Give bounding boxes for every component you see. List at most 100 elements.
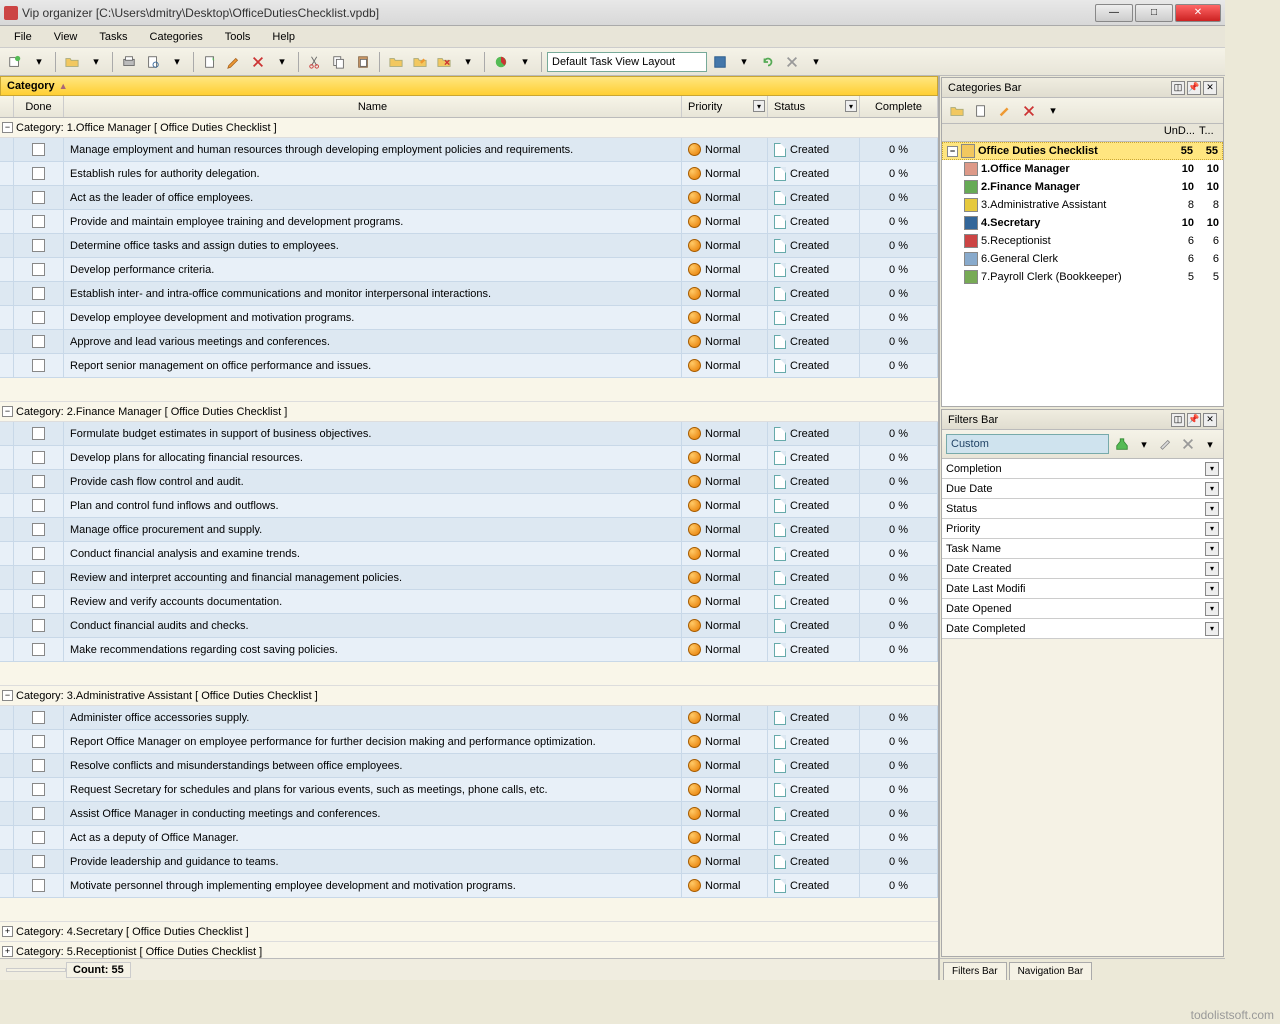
col-done[interactable]: Done (14, 96, 64, 117)
group-by-header[interactable]: Category▲ (0, 76, 938, 96)
done-checkbox[interactable] (32, 735, 45, 748)
dropdown-icon[interactable]: ▾ (1205, 482, 1219, 496)
category-row[interactable]: −Category: 2.Finance Manager [ Office Du… (0, 402, 938, 422)
collapse-icon[interactable]: − (947, 146, 958, 157)
task-row[interactable]: Formulate budget estimates in support of… (0, 422, 938, 446)
done-checkbox[interactable] (32, 595, 45, 608)
menu-file[interactable]: File (4, 29, 42, 45)
filter-apply-button[interactable] (1111, 433, 1133, 455)
dropdown-icon[interactable]: ▾ (1205, 522, 1219, 536)
task-grid[interactable]: −Category: 1.Office Manager [ Office Dut… (0, 118, 938, 958)
done-checkbox[interactable] (32, 807, 45, 820)
new-db-button[interactable] (4, 51, 26, 73)
done-checkbox[interactable] (32, 287, 45, 300)
task-row[interactable]: Manage employment and human resources th… (0, 138, 938, 162)
cat-edit-button[interactable] (970, 100, 992, 122)
done-checkbox[interactable] (32, 831, 45, 844)
chart-drop[interactable]: ▾ (514, 51, 536, 73)
done-checkbox[interactable] (32, 499, 45, 512)
panel-pin-icon[interactable]: 📌 (1187, 413, 1201, 427)
done-checkbox[interactable] (32, 759, 45, 772)
task-row[interactable]: Report senior management on office perfo… (0, 354, 938, 378)
expand-icon[interactable]: + (2, 926, 13, 937)
done-checkbox[interactable] (32, 167, 45, 180)
filter-delete-button[interactable] (1177, 433, 1199, 455)
tree-item[interactable]: 1.Office Manager1010 (942, 160, 1223, 178)
open-drop[interactable]: ▾ (85, 51, 107, 73)
layout-delete-drop[interactable]: ▾ (805, 51, 827, 73)
status-filter-icon[interactable]: ▾ (845, 100, 857, 112)
collapse-icon[interactable]: − (2, 690, 13, 701)
filter-custom-combo[interactable]: Custom (946, 434, 1109, 454)
col-priority[interactable]: Priority▾ (682, 96, 768, 117)
close-button[interactable]: ✕ (1175, 4, 1221, 22)
tree-item[interactable]: 4.Secretary1010 (942, 214, 1223, 232)
preview-button[interactable] (142, 51, 164, 73)
filter-apply-drop[interactable]: ▾ (1133, 433, 1155, 455)
task-row[interactable]: Make recommendations regarding cost savi… (0, 638, 938, 662)
collapse-icon[interactable]: − (2, 122, 13, 133)
minimize-button[interactable]: — (1095, 4, 1133, 22)
category-row[interactable]: −Category: 3.Administrative Assistant [ … (0, 686, 938, 706)
filter-field[interactable]: Task Name▾ (942, 539, 1223, 559)
col-status[interactable]: Status▾ (768, 96, 860, 117)
task-row[interactable]: Administer office accessories supply.Nor… (0, 706, 938, 730)
task-row[interactable]: Provide cash flow control and audit.Norm… (0, 470, 938, 494)
dropdown-icon[interactable]: ▾ (1205, 622, 1219, 636)
filter-field[interactable]: Status▾ (942, 499, 1223, 519)
category-tree[interactable]: −Office Duties Checklist55551.Office Man… (942, 142, 1223, 406)
dropdown-icon[interactable]: ▾ (1205, 462, 1219, 476)
layout-refresh-button[interactable] (757, 51, 779, 73)
menu-view[interactable]: View (44, 29, 88, 45)
done-checkbox[interactable] (32, 451, 45, 464)
category-edit-button[interactable] (409, 51, 431, 73)
category-row[interactable]: −Category: 1.Office Manager [ Office Dut… (0, 118, 938, 138)
task-row[interactable]: Review and interpret accounting and fina… (0, 566, 938, 590)
task-row[interactable]: Develop plans for allocating financial r… (0, 446, 938, 470)
done-checkbox[interactable] (32, 711, 45, 724)
cut-button[interactable] (304, 51, 326, 73)
task-row[interactable]: Request Secretary for schedules and plan… (0, 778, 938, 802)
tree-item[interactable]: 7.Payroll Clerk (Bookkeeper)55 (942, 268, 1223, 286)
panel-restore-icon[interactable]: ◫ (1171, 81, 1185, 95)
filter-field[interactable]: Due Date▾ (942, 479, 1223, 499)
cat-new-button[interactable] (946, 100, 968, 122)
panel-pin-icon[interactable]: 📌 (1187, 81, 1201, 95)
task-row[interactable]: Report Office Manager on employee perfor… (0, 730, 938, 754)
task-row[interactable]: Act as the leader of office employees.No… (0, 186, 938, 210)
task-row[interactable]: Conduct financial audits and checks.Norm… (0, 614, 938, 638)
layout-combo[interactable]: Default Task View Layout (547, 52, 707, 72)
tree-item[interactable]: 3.Administrative Assistant88 (942, 196, 1223, 214)
done-checkbox[interactable] (32, 143, 45, 156)
col-complete[interactable]: Complete (860, 96, 938, 117)
category-delete-button[interactable] (433, 51, 455, 73)
dropdown-icon[interactable]: ▾ (1205, 602, 1219, 616)
cat-delete-button[interactable] (1018, 100, 1040, 122)
task-row[interactable]: Determine office tasks and assign duties… (0, 234, 938, 258)
menu-categories[interactable]: Categories (140, 29, 213, 45)
done-checkbox[interactable] (32, 263, 45, 276)
open-button[interactable] (61, 51, 83, 73)
task-row[interactable]: Develop performance criteria.NormalCreat… (0, 258, 938, 282)
task-row[interactable]: Motivate personnel through implementing … (0, 874, 938, 898)
preview-drop[interactable]: ▾ (166, 51, 188, 73)
dropdown-icon[interactable]: ▾ (1205, 582, 1219, 596)
tree-item[interactable]: 5.Receptionist66 (942, 232, 1223, 250)
done-checkbox[interactable] (32, 523, 45, 536)
expand-icon[interactable]: + (2, 946, 13, 957)
task-row[interactable]: Conduct financial analysis and examine t… (0, 542, 938, 566)
copy-button[interactable] (328, 51, 350, 73)
cat-delete-drop[interactable]: ▾ (1042, 100, 1064, 122)
task-row[interactable]: Provide and maintain employee training a… (0, 210, 938, 234)
bottom-tab[interactable]: Navigation Bar (1009, 962, 1093, 980)
menu-help[interactable]: Help (262, 29, 305, 45)
done-checkbox[interactable] (32, 571, 45, 584)
paste-button[interactable] (352, 51, 374, 73)
category-row[interactable]: +Category: 4.Secretary [ Office Duties C… (0, 922, 938, 942)
delete-drop[interactable]: ▾ (271, 51, 293, 73)
print-button[interactable] (118, 51, 140, 73)
filter-delete-drop[interactable]: ▾ (1199, 433, 1221, 455)
panel-restore-icon[interactable]: ◫ (1171, 413, 1185, 427)
dropdown-icon[interactable]: ▾ (1205, 562, 1219, 576)
edit-task-button[interactable] (223, 51, 245, 73)
